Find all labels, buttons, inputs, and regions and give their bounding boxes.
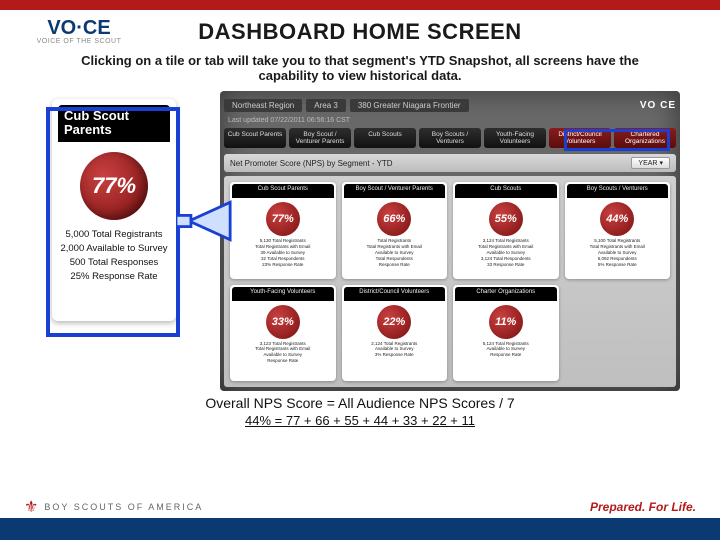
tagline: Prepared. For Life. xyxy=(590,500,696,514)
bsa-text: BOY SCOUTS OF AMERICA xyxy=(44,502,203,512)
segment-card[interactable]: Cub Scout Parents 77% 5,130 Total Regist… xyxy=(230,182,336,278)
header-row: VO·CE VOICE OF THE SCOUT DASHBOARD HOME … xyxy=(0,10,720,49)
card-stat: Response Rate xyxy=(367,262,422,268)
segment-card[interactable]: Boy Scouts / Venturers 44% 5,100 Total R… xyxy=(565,182,671,278)
nps-header-bar: Net Promoter Score (NPS) by Segment - YT… xyxy=(224,154,676,172)
card-pct: 77% xyxy=(266,202,300,236)
highlight-stat: 5,000 Total Registrants xyxy=(60,228,167,242)
page-title: DASHBOARD HOME SCREEN xyxy=(134,19,586,45)
highlight-header-l2: Parents xyxy=(64,122,112,137)
card-title: Youth-Facing Volunteers xyxy=(232,287,334,301)
nps-title: Net Promoter Score (NPS) by Segment - YT… xyxy=(230,159,393,168)
dashboard-breadcrumbs: Northeast Region Area 3 380 Greater Niag… xyxy=(224,95,676,115)
card-title: Cub Scout Parents xyxy=(232,184,334,198)
card-stats: 3,123 Total Registrants Total Registrant… xyxy=(255,341,310,364)
tab-boy-scouts[interactable]: Boy Scouts / Venturers xyxy=(419,128,481,148)
breadcrumb[interactable]: Northeast Region xyxy=(224,99,302,112)
card-pct: 11% xyxy=(489,305,523,339)
highlight-tile[interactable]: Cub Scout Parents 77% 5,000 Total Regist… xyxy=(52,99,176,321)
top-red-bar xyxy=(0,0,720,10)
card-stats: 5,130 Total Registrants Total Registrant… xyxy=(255,238,310,267)
segment-tabs: Cub Scout Parents Boy Scout / Venturer P… xyxy=(224,128,676,148)
footer-blue-bar xyxy=(0,518,720,540)
last-updated: Last updated 07/22/2011 06:56:16 CST xyxy=(224,115,676,126)
card-stats: 5,124 Total Registrants Available to Sur… xyxy=(483,341,529,359)
voice-logo-sub: VOICE OF THE SCOUT xyxy=(24,38,134,45)
tab-youth-vol[interactable]: Youth-Facing Volunteers xyxy=(484,128,546,148)
card-title: Charter Organizations xyxy=(455,287,557,301)
bsa-brand: ⚜ BOY SCOUTS OF AMERICA xyxy=(24,497,203,517)
dashboard-panel: Northeast Region Area 3 380 Greater Niag… xyxy=(220,91,680,391)
chevron-down-icon: ▾ xyxy=(659,159,663,167)
card-stats: 5,100 Total Registrants Total Registrant… xyxy=(590,238,645,267)
card-stats: Total Registrants Total Registrants with… xyxy=(367,238,422,267)
tab-cub-parents[interactable]: Cub Scout Parents xyxy=(224,128,286,148)
card-stat: 5% Response Rate xyxy=(590,262,645,268)
card-stat: 33 Response Rate xyxy=(478,262,533,268)
card-stats: 3,124 Total Registrants Total Registrant… xyxy=(478,238,533,267)
tab-district-vol[interactable]: District/Council Volunteers xyxy=(549,128,611,148)
tab-chartered[interactable]: Chartered Organizations xyxy=(614,128,676,148)
tab-cub-scouts[interactable]: Cub Scouts xyxy=(354,128,416,148)
card-stat: Response Rate xyxy=(255,358,310,364)
highlight-stats: 5,000 Total Registrants 2,000 Available … xyxy=(60,228,167,285)
highlight-stat: 500 Total Responses xyxy=(60,256,167,270)
dashboard-logo: VO CE xyxy=(640,100,676,111)
card-pct: 33% xyxy=(266,305,300,339)
footer-brand-bar: ⚜ BOY SCOUTS OF AMERICA Prepared. For Li… xyxy=(0,496,720,518)
fleur-de-lis-icon: ⚜ xyxy=(24,497,38,517)
card-stat: 3% Response Rate xyxy=(371,352,417,358)
card-stat: 3,124 Total Respondents xyxy=(478,256,533,262)
card-stats: 2,124 Total Registrants Available to Sur… xyxy=(371,341,417,359)
card-stat: 32 Total Respondents xyxy=(255,256,310,262)
highlight-tile-header: Cub Scout Parents xyxy=(58,105,170,142)
segment-grid: Cub Scout Parents 77% 5,130 Total Regist… xyxy=(224,176,676,387)
segment-card[interactable]: Boy Scout / Venturer Parents 66% Total R… xyxy=(342,182,448,278)
segment-card[interactable]: Cub Scouts 55% 3,124 Total Registrants T… xyxy=(453,182,559,278)
voice-logo-text: VO·CE xyxy=(47,18,110,38)
year-dropdown-label: YEAR xyxy=(638,160,657,167)
page-subtitle: Clicking on a tile or tab will take you … xyxy=(60,53,660,83)
year-dropdown[interactable]: YEAR ▾ xyxy=(631,157,670,169)
card-stat: 23% Response Rate xyxy=(255,262,310,268)
formula-overall: Overall NPS Score = All Audience NPS Sco… xyxy=(0,395,720,411)
card-title: Cub Scouts xyxy=(455,184,557,198)
segment-card[interactable]: Youth-Facing Volunteers 33% 3,123 Total … xyxy=(230,285,336,381)
card-stat: 39 Available to Survey xyxy=(255,250,310,256)
footer: ⚜ BOY SCOUTS OF AMERICA Prepared. For Li… xyxy=(0,496,720,540)
card-pct: 44% xyxy=(600,202,634,236)
screenshot-area: Cub Scout Parents 77% 5,000 Total Regist… xyxy=(40,91,680,391)
highlight-header-l1: Cub Scout xyxy=(64,108,129,123)
tab-boy-parents[interactable]: Boy Scout / Venturer Parents xyxy=(289,128,351,148)
breadcrumb[interactable]: 380 Greater Niagara Frontier xyxy=(350,99,469,112)
card-title: Boy Scouts / Venturers xyxy=(567,184,669,198)
card-pct: 55% xyxy=(489,202,523,236)
formula-example: 44% = 77 + 66 + 55 + 44 + 33 + 22 + 11 xyxy=(0,413,720,428)
highlight-stat: 25% Response Rate xyxy=(60,270,167,284)
card-stat: 5,092 Respondents xyxy=(590,256,645,262)
card-title: Boy Scout / Venturer Parents xyxy=(344,184,446,198)
highlight-stat: 2,000 Available to Survey xyxy=(60,242,167,256)
highlight-pct: 77% xyxy=(80,152,148,220)
voice-logo: VO·CE VOICE OF THE SCOUT xyxy=(24,18,134,45)
segment-card[interactable]: Charter Organizations 11% 5,124 Total Re… xyxy=(453,285,559,381)
formula-block: Overall NPS Score = All Audience NPS Sco… xyxy=(0,395,720,428)
card-pct: 22% xyxy=(377,305,411,339)
card-stat: Response Rate xyxy=(483,352,529,358)
breadcrumb[interactable]: Area 3 xyxy=(306,99,346,112)
callout-arrow-icon xyxy=(176,191,232,251)
card-pct: 66% xyxy=(377,202,411,236)
segment-card[interactable]: District/Council Volunteers 22% 2,124 To… xyxy=(342,285,448,381)
card-title: District/Council Volunteers xyxy=(344,287,446,301)
